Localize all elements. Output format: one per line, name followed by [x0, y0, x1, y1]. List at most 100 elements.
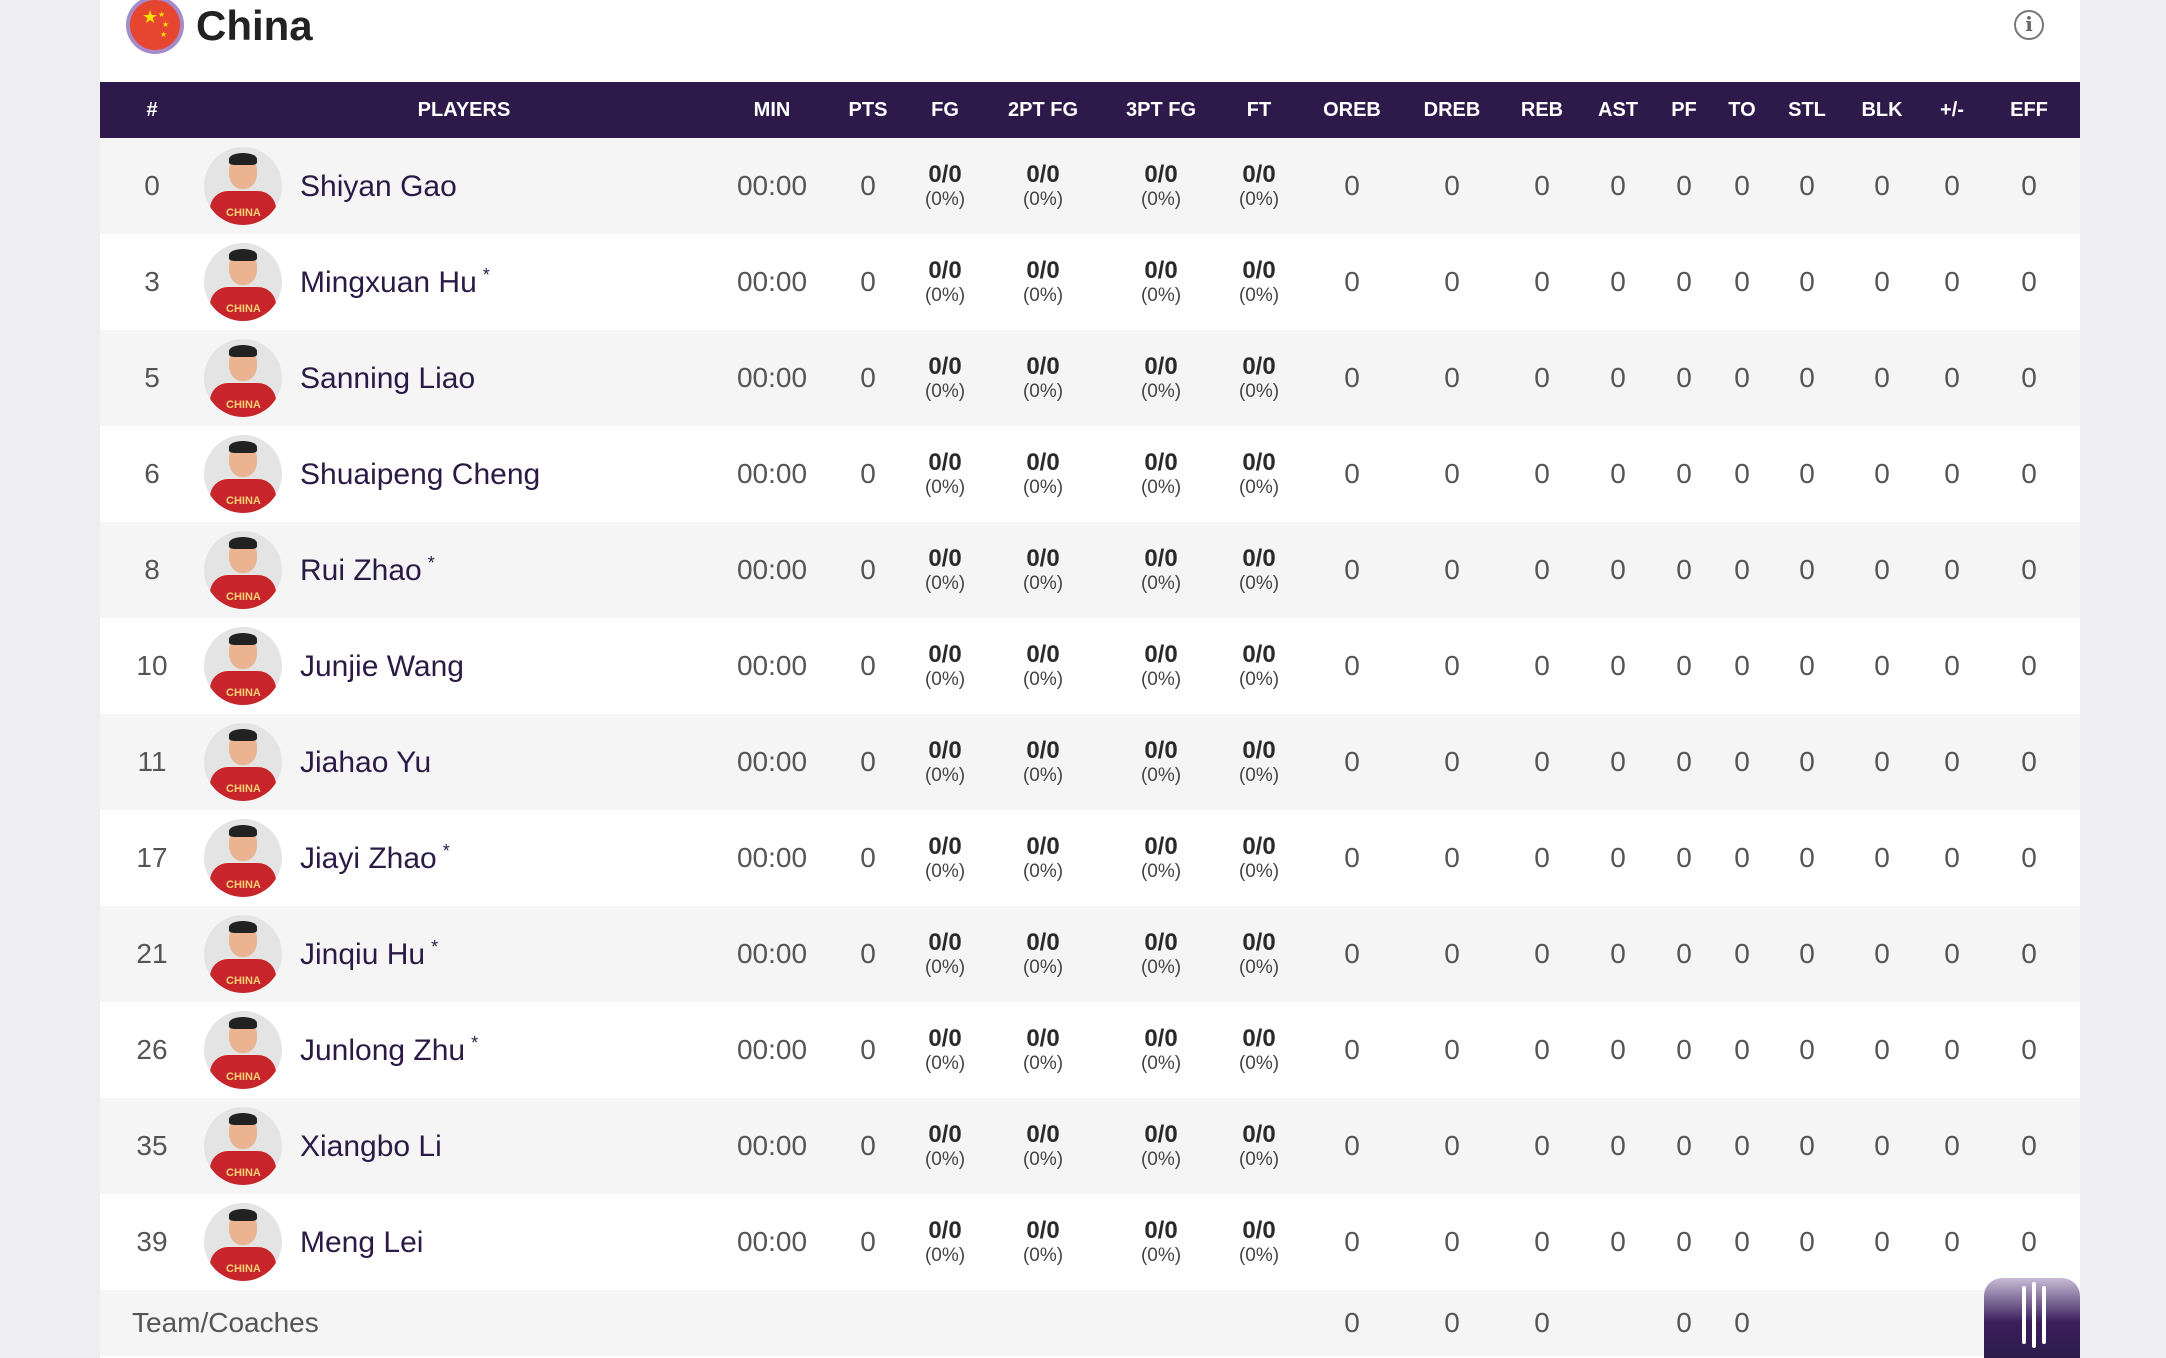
stat-pm: 0	[1944, 1034, 1960, 1065]
stat-to: 0	[1734, 1034, 1750, 1065]
info-icon[interactable]: i	[2014, 10, 2044, 40]
player-name[interactable]: Jiahao Yu	[300, 746, 431, 779]
stat-eff: 0	[2021, 746, 2037, 777]
stat-fg: 0/0 (0%)	[916, 138, 974, 234]
team-name: China	[196, 2, 313, 49]
player-name[interactable]: Junlong Zhu	[300, 1034, 465, 1067]
stat-fg-percentage: (0%)	[924, 765, 966, 786]
stat-eff: 0	[2021, 266, 2037, 297]
stat-ft: 0/0 (0%)	[1210, 522, 1308, 618]
player-name[interactable]: Sanning Liao	[300, 362, 475, 395]
avatar-jersey-text: CHINA	[226, 1071, 261, 1083]
column-header[interactable]: EFF	[1978, 82, 2080, 138]
column-header[interactable]: STL	[1776, 82, 1838, 138]
table-row[interactable]: 26 CHINA Junlong Zhu * 00:00 0 0/0 (0%) 0/…	[100, 1002, 2080, 1098]
player-cell[interactable]: CHINA Sanning Liao	[204, 330, 724, 426]
player-cell[interactable]: CHINA Mingxuan Hu *	[204, 234, 724, 330]
player-cell[interactable]: CHINA Junjie Wang	[204, 618, 724, 714]
column-header[interactable]: PLAYERS	[204, 82, 724, 138]
avatar-jersey-text: CHINA	[226, 1167, 261, 1179]
column-header[interactable]: FG	[916, 82, 974, 138]
stat-min: 00:00	[736, 1034, 808, 1065]
stat-fg2-made-attempted: 0/0	[1026, 1121, 1060, 1148]
table-row[interactable]: 11 CHINA Jiahao Yu 00:00 0 0/0 (0%) 0/0 (…	[100, 714, 2080, 810]
player-cell[interactable]: CHINA Xiangbo Li	[204, 1098, 724, 1194]
stat-ft-made-attempted: 0/0	[1242, 1217, 1276, 1244]
stat-reb: 0	[1534, 554, 1550, 585]
player-name[interactable]: Shuaipeng Cheng	[300, 458, 540, 491]
stat-fg-percentage: (0%)	[924, 1053, 966, 1074]
stat-fg: 0/0 (0%)	[916, 1194, 974, 1290]
player-name[interactable]: Junjie Wang	[300, 650, 464, 683]
stat-fg-percentage: (0%)	[924, 285, 966, 306]
player-cell[interactable]: CHINA Jiayi Zhao *	[204, 810, 724, 906]
player-name[interactable]: Shiyan Gao	[300, 170, 457, 203]
stat-stl: 0	[1799, 554, 1815, 585]
table-row[interactable]: 10 CHINA Junjie Wang 00:00 0 0/0 (0%) 0/0…	[100, 618, 2080, 714]
stat-stl: 0	[1799, 746, 1815, 777]
stat-dreb: 0	[1444, 650, 1460, 681]
column-header[interactable]: TO	[1708, 82, 1776, 138]
player-cell[interactable]: CHINA Junlong Zhu *	[204, 1002, 724, 1098]
stat-to: 0	[1734, 1307, 1750, 1338]
china-flag-icon: ★ ★ ★ ★	[130, 0, 180, 50]
player-cell[interactable]: CHINA Shuaipeng Cheng	[204, 426, 724, 522]
stat-stl: 0	[1799, 362, 1815, 393]
starter-marker: *	[431, 936, 439, 957]
player-name[interactable]: Jinqiu Hu	[300, 938, 425, 971]
starter-marker: *	[471, 1032, 479, 1053]
player-name[interactable]: Rui Zhao	[300, 554, 422, 587]
column-header[interactable]: BLK	[1838, 82, 1926, 138]
stat-fg3-percentage: (0%)	[1140, 1053, 1182, 1074]
stat-ft-percentage: (0%)	[1238, 861, 1280, 882]
stat-fg2-percentage: (0%)	[1022, 477, 1064, 498]
table-row[interactable]: 39 CHINA Meng Lei 00:00 0 0/0 (0%) 0/0 (0…	[100, 1194, 2080, 1290]
player-cell[interactable]: CHINA Meng Lei	[204, 1194, 724, 1290]
table-row[interactable]: 0 CHINA Shiyan Gao 00:00 0 0/0 (0%) 0/0 (…	[100, 138, 2080, 234]
player-name[interactable]: Mingxuan Hu	[300, 266, 477, 299]
table-row[interactable]: 5 CHINA Sanning Liao 00:00 0 0/0 (0%) 0/0…	[100, 330, 2080, 426]
stat-ast: 0	[1610, 266, 1626, 297]
column-header[interactable]: 3PT FG	[1112, 82, 1210, 138]
player-cell[interactable]: CHINA Shiyan Gao	[204, 138, 724, 234]
table-row[interactable]: 6 CHINA Shuaipeng Cheng 00:00 0 0/0 (0%) …	[100, 426, 2080, 522]
scroll-handle-icon[interactable]	[1984, 1278, 2080, 1358]
column-header[interactable]: FT	[1210, 82, 1308, 138]
player-name[interactable]: Jiayi Zhao	[300, 842, 437, 875]
table-row[interactable]: 21 CHINA Jinqiu Hu * 00:00 0 0/0 (0%) 0/0 …	[100, 906, 2080, 1002]
column-header[interactable]: AST	[1576, 82, 1660, 138]
stat-fg2-percentage: (0%)	[1022, 669, 1064, 690]
stat-fg: 0/0 (0%)	[916, 1098, 974, 1194]
column-header[interactable]: MIN	[724, 82, 820, 138]
table-row[interactable]: 8 CHINA Rui Zhao * 00:00 0 0/0 (0%) 0/0 (0…	[100, 522, 2080, 618]
column-header[interactable]: DREB	[1396, 82, 1508, 138]
column-header[interactable]: +/-	[1926, 82, 1978, 138]
jersey-number: 11	[137, 746, 167, 777]
stat-to: 0	[1734, 650, 1750, 681]
column-header[interactable]: PF	[1660, 82, 1708, 138]
stat-blk: 0	[1874, 554, 1890, 585]
player-cell[interactable]: CHINA Jiahao Yu	[204, 714, 724, 810]
stat-eff: 0	[2021, 1226, 2037, 1257]
stat-ast: 0	[1610, 1034, 1626, 1065]
column-header[interactable]: #	[100, 82, 204, 138]
column-header[interactable]: PTS	[820, 82, 916, 138]
column-header[interactable]: REB	[1508, 82, 1576, 138]
player-cell[interactable]: CHINA Rui Zhao *	[204, 522, 724, 618]
player-name[interactable]: Meng Lei	[300, 1226, 423, 1259]
jersey-number: 3	[144, 266, 160, 297]
player-cell[interactable]: CHINA Jinqiu Hu *	[204, 906, 724, 1002]
stat-pf: 0	[1676, 458, 1692, 489]
stat-pf: 0	[1676, 362, 1692, 393]
player-name[interactable]: Xiangbo Li	[300, 1130, 442, 1163]
stat-pm: 0	[1944, 650, 1960, 681]
table-row[interactable]: 17 CHINA Jiayi Zhao * 00:00 0 0/0 (0%) 0/0…	[100, 810, 2080, 906]
table-row[interactable]: 35 CHINA Xiangbo Li 00:00 0 0/0 (0%) 0/0 …	[100, 1098, 2080, 1194]
team-header: ★ ★ ★ ★ China i	[100, 0, 2080, 82]
column-header[interactable]: OREB	[1308, 82, 1396, 138]
table-row[interactable]: 3 CHINA Mingxuan Hu * 00:00 0 0/0 (0%) 0/0…	[100, 234, 2080, 330]
stat-fg2-percentage: (0%)	[1022, 1245, 1064, 1266]
table-header-row: # PLAYERS MIN PTS FG 2PT FG 3PT FG FT OREB DREB RE…	[100, 82, 2080, 138]
stat-pm: 0	[1944, 266, 1960, 297]
column-header[interactable]: 2PT FG	[974, 82, 1112, 138]
